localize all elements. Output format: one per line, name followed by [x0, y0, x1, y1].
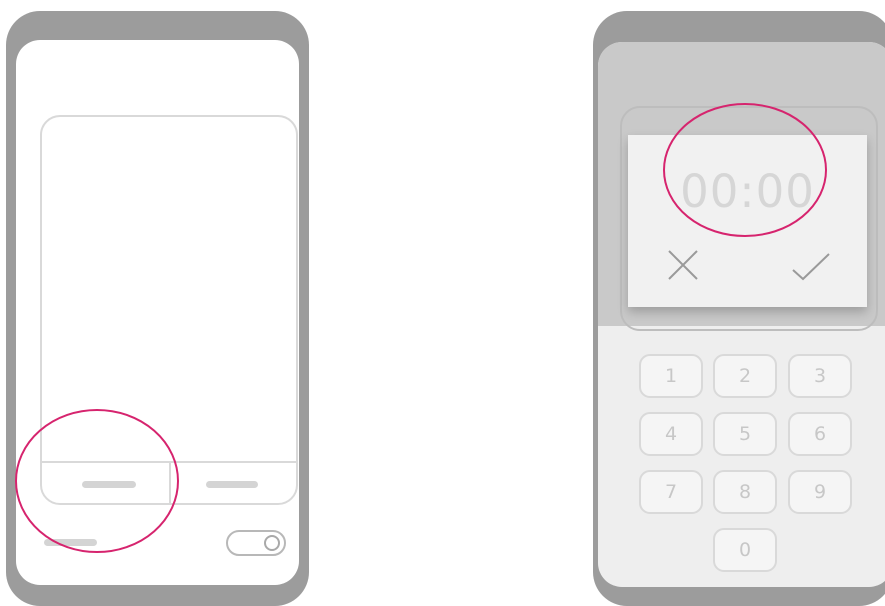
highlight-circle-timer: [663, 103, 827, 237]
highlight-overlay: [15, 103, 827, 553]
highlight-circle-card-button: [15, 409, 179, 553]
